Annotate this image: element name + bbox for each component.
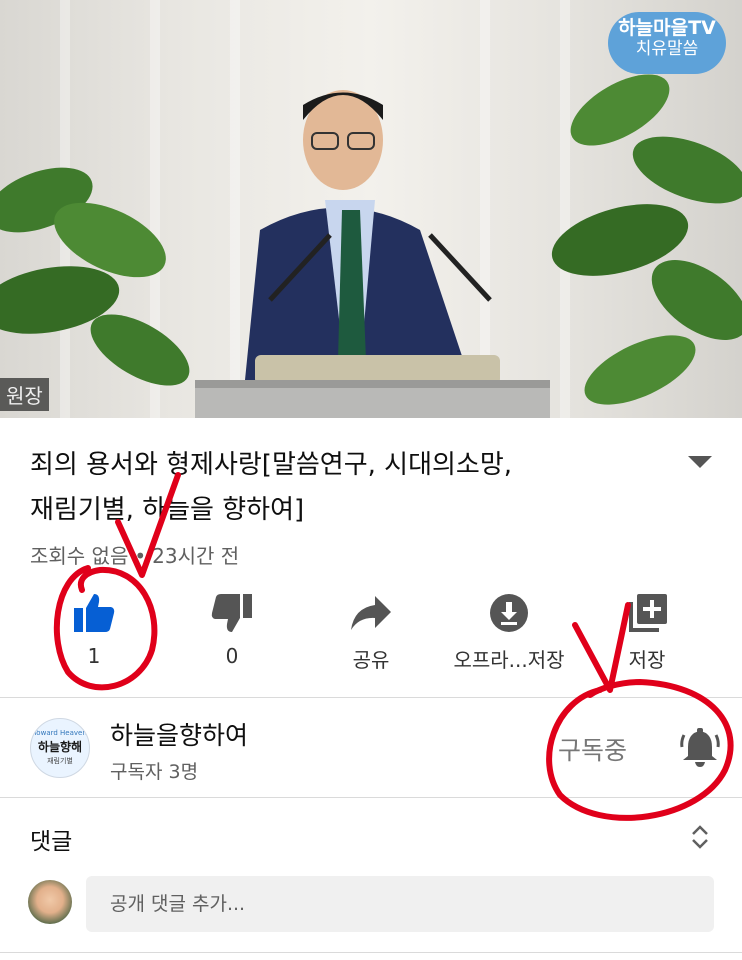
watermark-subtitle: 치유말씀 [635, 38, 699, 59]
download-icon [490, 594, 528, 632]
channel-avatar-text: 재림기별 [47, 757, 73, 765]
comment-input[interactable]: 공개 댓글 추가... [86, 876, 714, 932]
share-label: 공유 [352, 648, 390, 672]
video-title[interactable]: 죄의 용서와 형제사랑[말씀연구, 시대의소망, 재림기별, 하늘을 향하여] [30, 443, 650, 533]
unfold-icon [692, 825, 708, 849]
video-title-line2: 재림기별, 하늘을 향하여] [30, 495, 305, 525]
save-label: 저장 [628, 648, 666, 672]
bell-icon [680, 728, 720, 767]
comments-expand-button[interactable] [690, 823, 710, 855]
like-count: 1 [87, 644, 101, 668]
channel-name[interactable]: 하늘을향하여 [110, 716, 248, 752]
channel-avatar[interactable]: Toward Heaven 하늘향해 재림기별 [30, 718, 90, 778]
plant-left [0, 167, 190, 386]
channel-avatar-text: Toward Heaven [33, 729, 87, 737]
video-player[interactable]: 하늘마을TV 치유말씀 원장 [0, 0, 742, 418]
share-button[interactable]: 공유 [344, 592, 398, 673]
view-count: 조회수 없음 [30, 544, 129, 568]
dislike-count: 0 [225, 644, 239, 668]
subscriber-count: 구독자 3명 [110, 761, 199, 783]
divider [0, 797, 742, 798]
expand-description-icon[interactable] [688, 456, 712, 468]
channel-watermark: 하늘마을TV 치유말씀 [608, 12, 726, 74]
comments-header[interactable]: 댓글 [30, 822, 72, 856]
speaker [245, 90, 470, 380]
channel-avatar-text: 하늘향해 [37, 740, 83, 754]
thumbs-up-icon [74, 594, 115, 632]
video-edge-caption: 원장 [0, 378, 49, 411]
dislike-button[interactable]: 0 [208, 592, 256, 668]
offline-save-button[interactable]: 오프라...저장 [446, 592, 572, 673]
subscribed-button[interactable]: 구독중 [558, 731, 627, 767]
video-meta: 조회수 없음 • 23시간 전 [30, 540, 239, 569]
like-button[interactable]: 1 [70, 592, 118, 668]
save-to-playlist-button[interactable]: 저장 [622, 592, 672, 673]
thumbs-down-icon [211, 594, 252, 632]
divider [0, 697, 742, 698]
meta-separator: • [134, 544, 147, 568]
video-title-line1: 죄의 용서와 형제사랑[말씀연구, 시대의소망, [30, 450, 513, 480]
divider [0, 952, 742, 953]
share-icon [351, 596, 391, 630]
plant-right [551, 74, 742, 405]
action-row: 1 0 공유 오프라...저장 저장 [0, 592, 742, 692]
watermark-title: 하늘마을TV [618, 17, 716, 39]
user-avatar[interactable] [28, 880, 72, 924]
upload-age: 23시간 전 [152, 544, 240, 568]
save-playlist-icon [629, 594, 667, 632]
offline-save-label: 오프라...저장 [453, 648, 565, 672]
notification-bell-button[interactable] [680, 727, 720, 773]
